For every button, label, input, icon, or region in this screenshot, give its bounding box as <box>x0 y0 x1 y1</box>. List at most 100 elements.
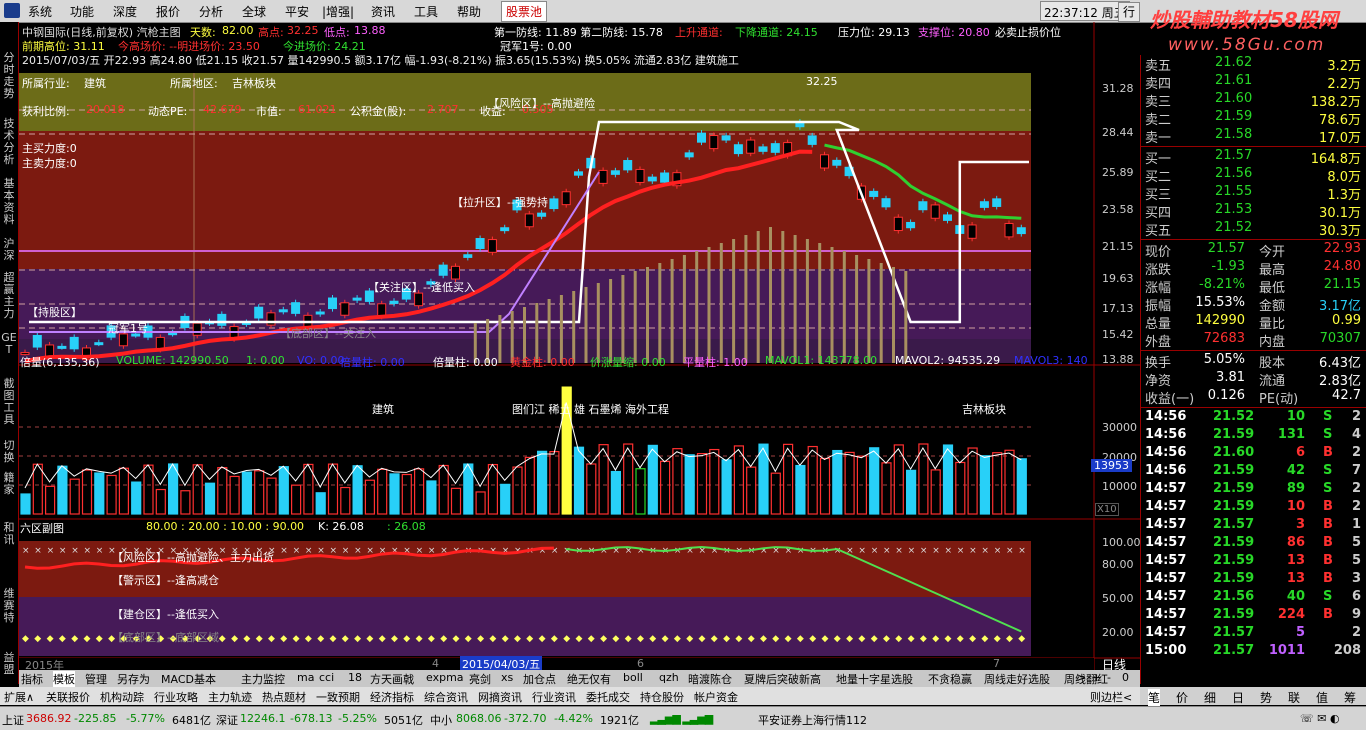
menu-depth[interactable]: 深度 <box>113 3 137 20</box>
indicator-tab[interactable]: 模板 <box>53 671 75 687</box>
candle-body <box>389 300 399 304</box>
indicator-tab[interactable]: boll <box>623 671 643 684</box>
tick-price: 21.59 <box>1213 499 1255 514</box>
tab-nav-button[interactable]: > <box>1077 671 1086 684</box>
sell-force: 主卖力度:0 <box>22 157 77 170</box>
indicator-tab[interactable]: ma <box>297 671 314 684</box>
tab-hexun[interactable]: 和讯 <box>1 522 17 546</box>
menu-system[interactable]: 系统 <box>28 3 52 20</box>
indicator-tab[interactable]: 18 <box>348 671 362 684</box>
stat-label: 净资 <box>1145 374 1172 389</box>
indicator-tab[interactable]: 管理 <box>85 671 107 687</box>
candle-body <box>893 216 903 232</box>
info-tab[interactable]: 经济指标 <box>370 689 414 705</box>
tab-screenshot[interactable]: 截图工具 <box>1 378 17 426</box>
indicator-tab[interactable]: 指标 <box>21 671 43 687</box>
tick-time: 14:57 <box>1145 571 1187 586</box>
tab-super-main[interactable]: 超赢主力 <box>1 272 17 320</box>
tab-switch[interactable]: 切换 <box>1 440 17 464</box>
info-tab[interactable]: 帐户资金 <box>694 689 738 705</box>
dot-marker: ◆ <box>797 634 804 644</box>
indicator-tab[interactable]: 主力监控 <box>241 671 285 687</box>
quote-tab[interactable]: 价 <box>1176 689 1188 706</box>
x-marker: × <box>674 546 682 556</box>
tab-timeshare[interactable]: 分时走势 <box>1 52 17 100</box>
sidebar-toggle[interactable]: 则边栏< <box>1090 689 1132 705</box>
indicator-tab[interactable]: expma <box>426 671 464 684</box>
tick-time: 15:00 <box>1145 643 1187 658</box>
indicator-tab[interactable]: xs <box>501 671 513 684</box>
menu-info[interactable]: 资讯 <box>371 3 395 20</box>
tab-yimeng[interactable]: 益盟 <box>1 652 17 676</box>
indicator-tab[interactable]: MACD基本 <box>161 671 216 687</box>
stock-pool-button[interactable]: 股票池 <box>501 1 548 22</box>
volume-bar <box>69 478 80 515</box>
menu-analysis[interactable]: 分析 <box>199 3 223 20</box>
tab-nav-button[interactable]: - <box>1107 671 1111 684</box>
menu-global[interactable]: 全球 <box>242 3 266 20</box>
quote-tab[interactable]: 筹 <box>1344 689 1356 706</box>
overlay-bar <box>732 239 736 363</box>
indicator-tab[interactable]: 绝无仅有 <box>567 671 611 687</box>
indicator-tab[interactable]: 地量十字星选股 <box>836 671 913 687</box>
info-tab[interactable]: 热点题材 <box>262 689 306 705</box>
dot-marker: ◆ <box>514 634 521 644</box>
volume-beiliang-a: 倍量柱: 0.00 <box>340 356 405 369</box>
quote-tab[interactable]: 细 <box>1204 689 1216 706</box>
indicator-tab[interactable]: 加仓点 <box>523 671 556 687</box>
tab-technical[interactable]: 技术分析 <box>1 118 17 166</box>
menu-function[interactable]: 功能 <box>70 3 94 20</box>
dot-marker: ◆ <box>588 634 595 644</box>
info-tab[interactable]: 综合资讯 <box>424 689 468 705</box>
info-tab[interactable]: 行业资讯 <box>532 689 576 705</box>
quote-tab[interactable]: 联 <box>1288 689 1300 706</box>
quote-tab[interactable]: 势 <box>1260 689 1272 706</box>
menu-pingan[interactable]: 平安 <box>285 3 309 20</box>
candle-body <box>733 144 743 155</box>
tab-shsz[interactable]: 沪深 <box>1 238 17 262</box>
window-button[interactable]: 行 <box>1118 2 1140 22</box>
info-tab[interactable]: 委托成交 <box>586 689 630 705</box>
indicator-tab[interactable]: 另存为 <box>117 671 150 687</box>
info-tab[interactable]: 一致预期 <box>316 689 360 705</box>
info-tab[interactable]: 行业攻略 <box>154 689 198 705</box>
indicator-tab[interactable]: qzh <box>659 671 679 684</box>
indicator-tab[interactable]: 方天画戟 <box>370 671 414 687</box>
indicator-tab[interactable]: 暗渡陈仓 <box>688 671 732 687</box>
info-tab[interactable]: 扩展∧ <box>4 689 34 705</box>
menu-tools[interactable]: 工具 <box>414 3 438 20</box>
tab-nav-button[interactable]: 0 <box>1122 671 1129 684</box>
menu-quote[interactable]: 报价 <box>156 3 180 20</box>
indicator-tab[interactable]: 不贪稳赢 <box>928 671 972 687</box>
tab-weisaite[interactable]: 维赛特 <box>1 588 17 624</box>
indicator-tab[interactable]: 周线走好选股 <box>984 671 1050 687</box>
tick-time: 14:56 <box>1145 427 1187 442</box>
quote-row: 卖五 21.62 3.2万 <box>1143 55 1363 74</box>
indicator-tab[interactable]: cci <box>319 671 334 684</box>
info-tab[interactable]: 主力轨迹 <box>208 689 252 705</box>
volume-bar <box>647 444 658 515</box>
info-tab[interactable]: 机构动踪 <box>100 689 144 705</box>
indicator-tab[interactable]: 亮剑 <box>469 671 491 687</box>
tab-jijia[interactable]: 籍家 <box>1 472 17 496</box>
menu-enhance[interactable]: |增强| <box>322 3 354 20</box>
quote-tab[interactable]: 笔 <box>1148 689 1161 706</box>
info-tab[interactable]: 网摘资讯 <box>478 689 522 705</box>
info-tab[interactable]: 持仓股份 <box>640 689 684 705</box>
tab-get[interactable]: GET <box>1 332 17 356</box>
volume-bar <box>942 444 954 515</box>
info-tab[interactable]: 关联报价 <box>46 689 90 705</box>
watermark-url: www.58Gu.com <box>1168 35 1326 55</box>
overlay-bar <box>744 235 748 363</box>
quote-tab[interactable]: 值 <box>1316 689 1328 706</box>
x-marker: × <box>71 546 79 556</box>
tab-basic-info[interactable]: 基本资料 <box>1 178 17 226</box>
quote-tab[interactable]: 日 <box>1232 689 1244 706</box>
menu-help[interactable]: 帮助 <box>457 3 481 20</box>
indicator-tab[interactable]: 夏牌后突破新高 <box>744 671 821 687</box>
quote-price: 21.59 <box>1215 109 1253 124</box>
x-marker: × <box>354 546 362 556</box>
tab-nav-button[interactable]: + <box>1092 671 1101 684</box>
volume-bar <box>94 472 105 515</box>
quote-label: 卖二 <box>1145 113 1172 128</box>
